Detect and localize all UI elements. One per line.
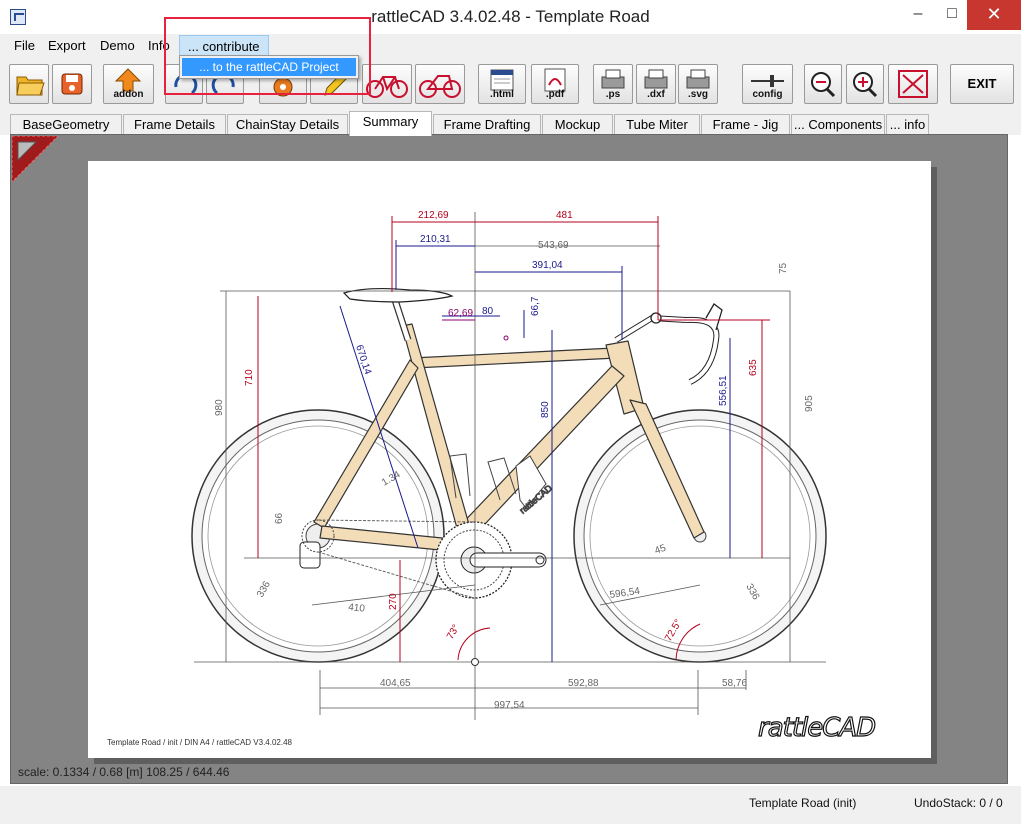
menu-item-contribute-project[interactable]: ... to the rattleCAD Project (182, 58, 356, 76)
rattlecad-logo: rattleCAD (757, 712, 876, 743)
seat-assembly (342, 287, 454, 342)
dim-980: 980 (214, 399, 225, 416)
top-tube (411, 347, 618, 369)
bike-drawing: rattleCAD 212,69 481 710 635 270 73° 72.… (191, 210, 827, 720)
contribute-dropdown: ... to the rattleCAD Project (179, 55, 359, 79)
dim-404: 404,65 (380, 678, 411, 689)
crankset (435, 521, 547, 599)
dim-391: 391,04 (532, 260, 563, 271)
dim-543: 543,69 (538, 240, 569, 251)
dim-670: 670,14 (353, 344, 373, 377)
tab-summary[interactable]: Summary (349, 111, 432, 136)
dim-270: 270 (388, 593, 399, 610)
project-status: Template Road (init) (749, 796, 857, 810)
dim-212: 212,69 (418, 210, 449, 221)
angle-73: 73° (445, 623, 462, 642)
status-bar: Template Road (init) UndoStack: 0 / 0 (0, 786, 1021, 824)
dim-481: 481 (556, 210, 573, 221)
dim-997: 997,54 (494, 700, 525, 711)
dim-210: 210,31 (420, 234, 451, 245)
dim-62: 62,69 (448, 308, 473, 319)
dim-80: 80 (482, 306, 494, 317)
dim-710: 710 (244, 369, 255, 386)
undo-stack-status: UndoStack: 0 / 0 (914, 796, 1003, 810)
dim-635: 635 (748, 359, 759, 376)
bottom-bracket-ground-marker (471, 658, 479, 666)
dim-592: 592,88 (568, 678, 599, 689)
dim-58: 58,76 (722, 678, 747, 689)
dim-66-7: 66,7 (530, 296, 541, 316)
dim-905: 905 (804, 395, 815, 412)
dim-556: 556,51 (718, 375, 729, 406)
dim-75: 75 (778, 262, 789, 274)
dim-66: 66 (274, 512, 285, 524)
purple-dimension: 62,69 (442, 308, 475, 321)
dim-410: 410 (348, 602, 366, 615)
reference-point-marker (503, 335, 509, 341)
dim-850: 850 (540, 401, 551, 418)
drawing-footer: Template Road / init / DIN A4 / rattleCA… (107, 738, 292, 747)
scale-readout: scale: 0.1334 / 0.68 [m] 108.25 / 644.46 (18, 765, 230, 779)
